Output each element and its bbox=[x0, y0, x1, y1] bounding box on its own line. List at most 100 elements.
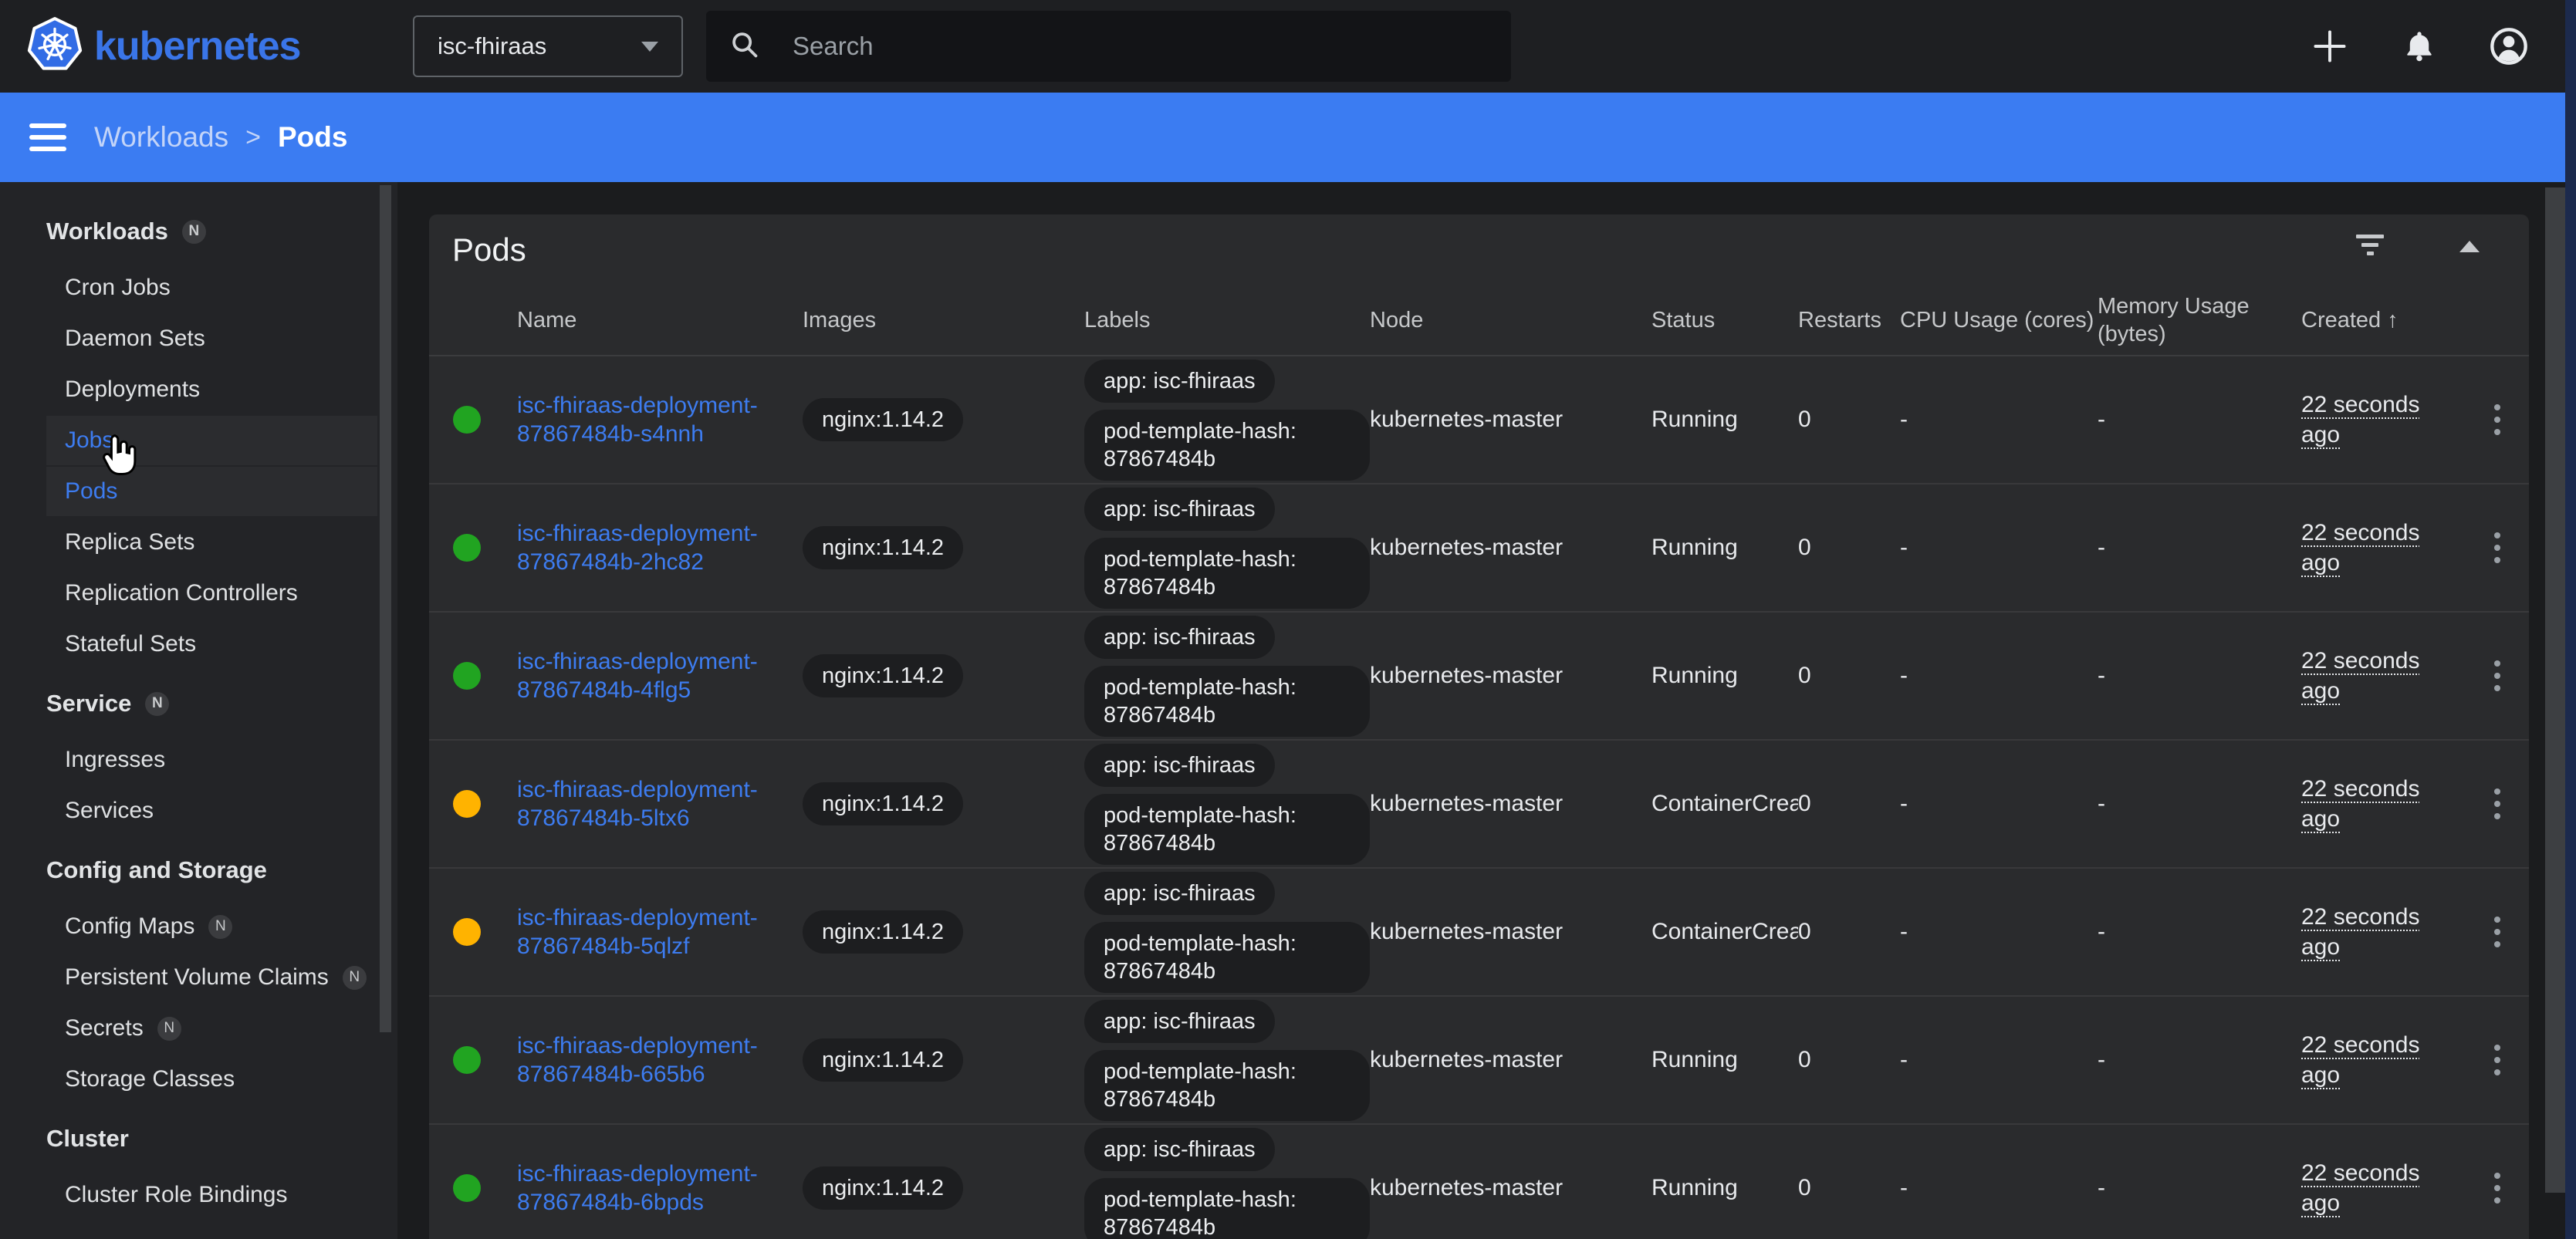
pod-name-link[interactable]: isc-fhiraas-deployment-87867484b-5qlzf bbox=[517, 903, 783, 960]
breadcrumb-current: Pods bbox=[278, 121, 347, 154]
notifications-bell-icon[interactable] bbox=[2399, 25, 2440, 67]
sidebar-item[interactable]: Pods bbox=[0, 466, 397, 517]
label-chip-app: app: isc-fhiraas bbox=[1084, 1128, 1275, 1171]
sidebar-item[interactable]: Stateful Sets bbox=[0, 619, 397, 670]
sidebar-item[interactable]: Deployments bbox=[0, 364, 397, 415]
sidebar-item[interactable]: Ingresses bbox=[0, 734, 397, 785]
menu-hamburger-icon[interactable] bbox=[29, 123, 66, 151]
sidebar-section-title[interactable]: Config and Storage bbox=[0, 839, 397, 901]
pod-table-row: isc-fhiraas-deployment-87867484b-5ltx6 n… bbox=[429, 741, 2529, 869]
sidebar-item[interactable]: Daemon Sets bbox=[0, 313, 397, 364]
sidebar-item-label: Replication Controllers bbox=[65, 580, 298, 606]
pod-created: 22 seconds ago bbox=[2301, 774, 2431, 834]
sidebar-section-label: Service bbox=[46, 690, 131, 717]
pod-cpu-usage: - bbox=[1900, 919, 2098, 945]
topbar-actions bbox=[2309, 0, 2530, 93]
sidebar-item[interactable]: Persistent Volume Claims N bbox=[0, 952, 397, 1003]
sidebar-scrollbar[interactable] bbox=[380, 185, 391, 1032]
search-bar[interactable] bbox=[706, 11, 1511, 82]
row-kebab-menu-icon[interactable] bbox=[2490, 528, 2505, 568]
pod-name-link[interactable]: isc-fhiraas-deployment-87867484b-6bpds bbox=[517, 1160, 783, 1217]
sidebar-item[interactable]: Secrets N bbox=[0, 1003, 397, 1054]
column-header-images[interactable]: Images bbox=[803, 306, 1084, 334]
labels-stack: app: isc-fhiraas pod-template-hash: 8786… bbox=[1084, 872, 1370, 993]
sidebar-item[interactable]: Config Maps N bbox=[0, 901, 397, 952]
account-avatar-icon[interactable] bbox=[2488, 25, 2530, 67]
search-icon bbox=[729, 29, 760, 64]
pod-created: 22 seconds ago bbox=[2301, 1158, 2431, 1218]
sidebar-section-title[interactable]: Cluster bbox=[0, 1108, 397, 1170]
pod-node: kubernetes-master bbox=[1370, 663, 1651, 689]
brand[interactable]: kubernetes bbox=[26, 16, 397, 77]
column-header-created[interactable]: Created ↑ bbox=[2301, 306, 2466, 334]
sidebar-section: Cluster Cluster Role Bindings bbox=[0, 1108, 397, 1220]
chevron-down-icon bbox=[641, 42, 658, 52]
namespace-selector[interactable]: isc-fhiraas bbox=[413, 15, 683, 77]
pod-cpu-usage: - bbox=[1900, 791, 2098, 817]
pod-restarts: 0 bbox=[1798, 919, 1900, 945]
search-input[interactable] bbox=[791, 31, 1447, 62]
filter-icon[interactable] bbox=[2355, 235, 2385, 265]
namespaced-badge: N bbox=[343, 966, 367, 990]
row-kebab-menu-icon[interactable] bbox=[2490, 1040, 2505, 1080]
pod-name-link[interactable]: isc-fhiraas-deployment-87867484b-4flg5 bbox=[517, 647, 783, 704]
page-scrollbar-thumb[interactable] bbox=[2545, 187, 2565, 1193]
pod-memory-usage: - bbox=[2098, 663, 2301, 689]
pods-table-body: isc-fhiraas-deployment-87867484b-s4nnh n… bbox=[429, 356, 2529, 1239]
image-chip: nginx:1.14.2 bbox=[803, 1038, 963, 1082]
sidebar-item[interactable]: Cluster Role Bindings bbox=[0, 1170, 397, 1220]
sort-ascending-icon: ↑ bbox=[2387, 308, 2399, 333]
pod-name-link[interactable]: isc-fhiraas-deployment-87867484b-2hc82 bbox=[517, 519, 783, 576]
column-header-status[interactable]: Status bbox=[1651, 306, 1798, 334]
column-header-cpu[interactable]: CPU Usage (cores) bbox=[1900, 306, 2098, 334]
sidebar-section-title[interactable]: Service N bbox=[0, 673, 397, 734]
image-chip: nginx:1.14.2 bbox=[803, 398, 963, 441]
column-header-restarts[interactable]: Restarts bbox=[1798, 306, 1900, 334]
pod-status: Running bbox=[1651, 1175, 1798, 1201]
kubernetes-dashboard: kubernetes isc-fhiraas bbox=[0, 0, 2576, 1239]
row-kebab-menu-icon[interactable] bbox=[2490, 400, 2505, 440]
label-chip-app: app: isc-fhiraas bbox=[1084, 872, 1275, 915]
created-label: Created bbox=[2301, 308, 2381, 333]
pod-status-dot bbox=[453, 662, 481, 690]
sidebar-item[interactable]: Replica Sets bbox=[0, 517, 397, 568]
sidebar-item[interactable]: Storage Classes bbox=[0, 1054, 397, 1105]
row-kebab-menu-icon[interactable] bbox=[2490, 784, 2505, 824]
pod-table-row: isc-fhiraas-deployment-87867484b-5qlzf n… bbox=[429, 869, 2529, 997]
sidebar-item[interactable]: Cron Jobs bbox=[0, 262, 397, 313]
row-kebab-menu-icon[interactable] bbox=[2490, 656, 2505, 696]
column-header-memory[interactable]: Memory Usage (bytes) bbox=[2098, 292, 2301, 348]
collapse-arrow-icon[interactable] bbox=[2459, 241, 2480, 252]
sidebar-section-title[interactable]: Workloads N bbox=[0, 201, 397, 262]
pod-node: kubernetes-master bbox=[1370, 1175, 1651, 1201]
image-chip: nginx:1.14.2 bbox=[803, 782, 963, 825]
sidebar-item[interactable]: Jobs bbox=[0, 415, 397, 466]
row-kebab-menu-icon[interactable] bbox=[2490, 1168, 2505, 1208]
sidebar-item-label: Cluster Role Bindings bbox=[65, 1182, 287, 1208]
sidebar-item[interactable]: Replication Controllers bbox=[0, 568, 397, 619]
sidebar-section-items: Config Maps N Persistent Volume Claims N… bbox=[0, 901, 397, 1105]
page-scrollbar[interactable] bbox=[2545, 0, 2565, 1239]
pod-name-link[interactable]: isc-fhiraas-deployment-87867484b-665b6 bbox=[517, 1031, 783, 1089]
sidebar-section-label: Workloads bbox=[46, 218, 168, 245]
label-chip-pod-template-hash: pod-template-hash: 87867484b bbox=[1084, 1050, 1370, 1121]
pod-name-link[interactable]: isc-fhiraas-deployment-87867484b-s4nnh bbox=[517, 391, 783, 448]
image-chip: nginx:1.14.2 bbox=[803, 910, 963, 954]
pod-created: 22 seconds ago bbox=[2301, 390, 2431, 450]
breadcrumb-parent[interactable]: Workloads bbox=[94, 121, 228, 154]
pod-created: 22 seconds ago bbox=[2301, 902, 2431, 962]
create-plus-icon[interactable] bbox=[2309, 25, 2351, 67]
column-header-node[interactable]: Node bbox=[1370, 306, 1651, 334]
row-kebab-menu-icon[interactable] bbox=[2490, 912, 2505, 952]
column-header-name[interactable]: Name bbox=[517, 306, 803, 334]
label-chip-app: app: isc-fhiraas bbox=[1084, 360, 1275, 403]
label-chip-pod-template-hash: pod-template-hash: 87867484b bbox=[1084, 410, 1370, 481]
sidebar-item[interactable]: Services bbox=[0, 785, 397, 836]
pod-name-link[interactable]: isc-fhiraas-deployment-87867484b-5ltx6 bbox=[517, 775, 783, 832]
pod-table-row: isc-fhiraas-deployment-87867484b-4flg5 n… bbox=[429, 613, 2529, 741]
pod-status-dot bbox=[453, 1046, 481, 1074]
labels-stack: app: isc-fhiraas pod-template-hash: 8786… bbox=[1084, 616, 1370, 737]
column-header-labels[interactable]: Labels bbox=[1084, 306, 1370, 334]
pod-restarts: 0 bbox=[1798, 1175, 1900, 1201]
sidebar-section: Workloads N Cron Jobs Daemon Sets Deploy… bbox=[0, 201, 397, 670]
